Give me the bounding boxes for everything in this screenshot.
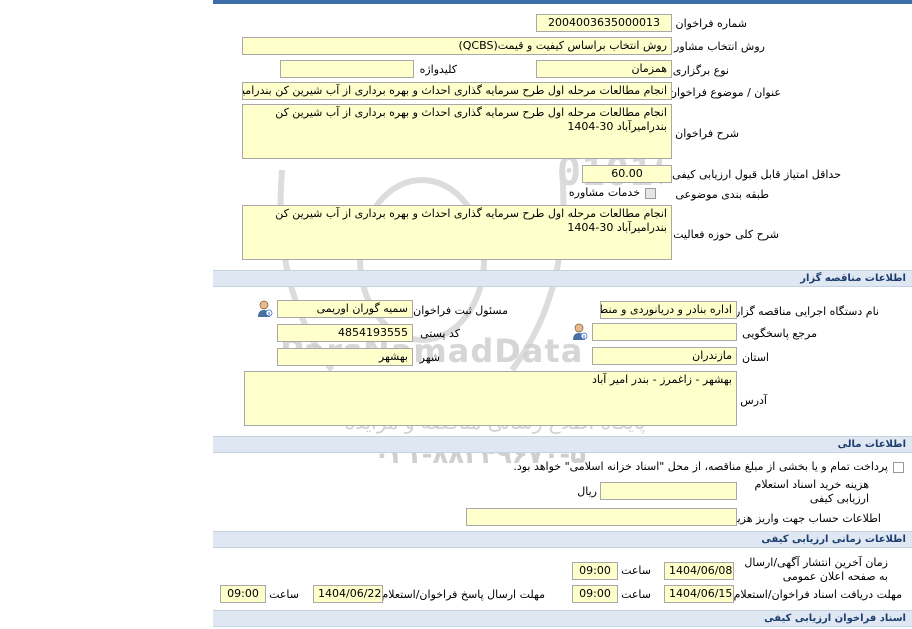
doc-cost-field[interactable] — [600, 482, 737, 500]
subject-class-label: طبقه بندی موضوعی — [675, 188, 769, 201]
last-publish-time-label: ساعت — [621, 564, 651, 577]
subject-class-value: خدمات مشاوره — [568, 186, 640, 199]
postal-code-label: کد پستی — [420, 327, 460, 340]
description-field[interactable]: انجام مطالعات مرحله اول طرح سرمایه گذاری… — [242, 104, 672, 159]
keyword-label: کلیدواژه — [419, 63, 457, 76]
province-label: استان — [741, 351, 769, 364]
city-label: شهر — [419, 351, 440, 364]
receive-deadline-time-label: ساعت — [621, 588, 651, 601]
registrar-field[interactable]: سمیه گوران اوریمی — [277, 300, 413, 318]
province-field[interactable]: مازندران — [592, 347, 737, 365]
send-deadline-time-label: ساعت — [269, 588, 299, 601]
holding-type-label: نوع برگزاری — [672, 64, 729, 77]
address-field[interactable]: بهشهر - زاغمرز - بندر امیر آباد — [244, 371, 737, 426]
receive-deadline-label: مهلت دریافت اسناد فراخوان/استعلام — [733, 588, 902, 601]
responder-label: مرجع پاسخگویی — [742, 327, 817, 340]
min-score-field[interactable]: 60.00 — [582, 165, 672, 183]
quality-docs-section-header: اسناد فراخوان ارزیابی کیفی — [213, 610, 912, 627]
org-name-label: نام دستگاه اجرایی مناقصه گزار — [735, 305, 879, 318]
send-deadline-date-field[interactable]: 1404/06/22 — [313, 585, 383, 603]
send-deadline-time-field[interactable]: 09:00 — [220, 585, 266, 603]
receive-deadline-time-field[interactable]: 09:00 — [572, 585, 618, 603]
last-publish-date-field[interactable]: 1404/06/08 — [664, 562, 734, 580]
registrar-user-icon[interactable] — [257, 300, 273, 318]
receive-deadline-date-field[interactable]: 1404/06/15 — [664, 585, 734, 603]
left-gutter — [0, 0, 213, 629]
activity-label: شرح کلی حوزه فعالیت — [673, 228, 779, 241]
responder-field[interactable] — [592, 323, 737, 341]
holding-type-field[interactable]: همزمان — [536, 60, 672, 78]
send-deadline-label: مهلت ارسال پاسخ فراخوان/استعلام — [381, 588, 545, 601]
consultant-method-field[interactable]: روش انتخاب براساس کیفیت و قیمت(QCBS) — [242, 37, 672, 55]
last-publish-label: زمان آخرین انتشار آگهی/ارسال به صفحه اعل… — [744, 556, 888, 583]
top-bar — [213, 0, 912, 4]
postal-code-field[interactable]: 4854193555 — [277, 324, 413, 342]
payment-note: پرداخت تمام و یا بخشی از مبلغ مناقصه، از… — [513, 460, 888, 473]
org-name-field[interactable]: اداره بنادر و دریانوردی و منط — [600, 301, 737, 319]
tender-number-label: شماره فراخوان — [675, 17, 748, 30]
doc-cost-label: هزینه خرید اسناد استعلام ارزیابی کیفی — [754, 478, 869, 505]
islamic-treasury-checkbox[interactable] — [893, 462, 904, 473]
currency-label: ریال — [577, 485, 597, 498]
city-field[interactable]: بهشهر — [277, 348, 413, 366]
finance-section-header: اطلاعات مالی — [213, 436, 912, 453]
organizer-section-header: اطلاعات مناقصه گزار — [213, 270, 912, 287]
consultant-method-label: روش انتخاب مشاور — [674, 40, 765, 53]
keyword-field[interactable] — [280, 60, 414, 78]
tender-number-field[interactable]: 2004003635000013 — [536, 14, 672, 32]
account-field[interactable] — [466, 508, 737, 526]
responder-user-icon[interactable] — [572, 323, 588, 341]
registrar-label: مسئول ثبت فراخوان — [413, 304, 508, 317]
timing-section-header: اطلاعات زمانی ارزیابی کیفی — [213, 531, 912, 548]
last-publish-time-field[interactable]: 09:00 — [572, 562, 618, 580]
address-label: آدرس — [740, 394, 767, 407]
title-field[interactable]: انجام مطالعات مرحله اول طرح سرمایه گذاری… — [242, 82, 672, 100]
subject-class-checkbox[interactable] — [645, 188, 656, 199]
title-label: عنوان / موضوع فراخوان — [668, 86, 781, 99]
activity-field[interactable]: انجام مطالعات مرحله اول طرح سرمایه گذاری… — [242, 205, 672, 260]
description-label: شرح فراخوان — [675, 127, 739, 140]
min-score-label: حداقل امتیاز قابل قبول ارزیابی کیفی — [672, 168, 841, 181]
